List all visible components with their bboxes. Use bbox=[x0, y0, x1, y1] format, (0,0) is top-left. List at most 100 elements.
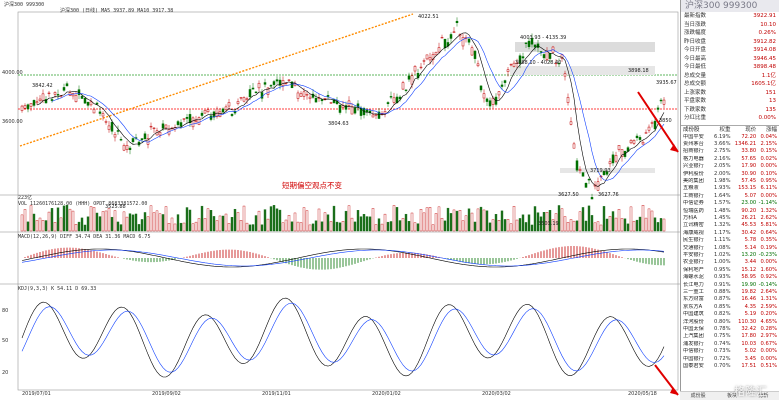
volume-bar bbox=[569, 219, 573, 232]
volume-bar bbox=[578, 211, 582, 232]
constituent-row[interactable]: 贵州茅台 3.66% 1346.21 2.15% bbox=[681, 141, 779, 148]
constituent-row[interactable]: 中国平安 6.19% 72.20 0.04% bbox=[681, 134, 779, 141]
constituent-row[interactable]: 中信证券 1.57% 23.00 -1.14% bbox=[681, 200, 779, 207]
chart-canvas[interactable] bbox=[0, 0, 680, 400]
constituent-row[interactable]: 中国银行 0.72% 3.45 0.00% bbox=[681, 356, 779, 363]
candle-body bbox=[125, 145, 129, 150]
candle-body bbox=[110, 122, 114, 132]
volume-bar bbox=[374, 224, 378, 232]
candle-body bbox=[38, 98, 42, 102]
volume-bar bbox=[338, 222, 342, 232]
volume-bar bbox=[74, 224, 78, 232]
volume-bar bbox=[362, 214, 366, 232]
tab-constituents[interactable]: 成份股 bbox=[691, 392, 706, 400]
constituent-row[interactable]: 浦发银行 0.74% 10.03 0.67% bbox=[681, 341, 779, 348]
constituent-row[interactable]: 平安银行 1.02% 13.20 -0.23% bbox=[681, 252, 779, 259]
candle-body bbox=[632, 140, 636, 144]
volume-bar bbox=[104, 210, 108, 232]
volume-bar bbox=[278, 209, 282, 232]
candle-body bbox=[587, 179, 591, 181]
candle-body bbox=[584, 183, 588, 188]
volume-bar bbox=[500, 210, 504, 232]
constituent-row[interactable]: 海康威视 1.17% 30.42 0.64% bbox=[681, 230, 779, 237]
price-tag: 3842.42 bbox=[32, 83, 53, 89]
stock-name: 中国太保 bbox=[683, 326, 704, 333]
stat-label: 下跌家数 bbox=[684, 106, 707, 113]
candle-body bbox=[629, 140, 633, 144]
constituent-row[interactable]: 五粮液 1.93% 153.15 6.11% bbox=[681, 185, 779, 192]
candle-body bbox=[662, 99, 666, 105]
constituent-row[interactable]: 工商银行 1.64% 5.07 0.00% bbox=[681, 193, 779, 200]
stat-row: 最新指数 3922.91 bbox=[681, 12, 779, 21]
constituent-row[interactable]: 东方财富 0.87% 16.46 1.31% bbox=[681, 296, 779, 303]
volume-bar bbox=[581, 207, 585, 232]
stock-change: 6.11% bbox=[760, 185, 777, 192]
constituent-row[interactable]: 长江电力 0.91% 19.90 -0.14% bbox=[681, 282, 779, 289]
col-header-change[interactable]: 涨幅 bbox=[756, 126, 777, 134]
stock-weight: 1.98% bbox=[714, 177, 731, 184]
col-header-weight[interactable]: 权重 bbox=[713, 126, 730, 134]
volume-bar bbox=[653, 217, 657, 232]
candle-body bbox=[164, 124, 168, 129]
volume-bar bbox=[281, 222, 285, 232]
constituent-row[interactable]: 洋河股份 0.80% 110.30 4.65% bbox=[681, 319, 779, 326]
constituent-row[interactable]: 三一重工 0.88% 19.82 2.64% bbox=[681, 289, 779, 296]
price-tag: 3627.76 bbox=[598, 192, 619, 198]
constituent-row[interactable]: 民生银行 1.11% 5.78 0.35% bbox=[681, 237, 779, 244]
candle-body bbox=[53, 92, 57, 95]
trend-line bbox=[19, 13, 414, 147]
candle-body bbox=[449, 34, 453, 39]
volume-bar bbox=[614, 217, 618, 232]
volume-bar bbox=[365, 216, 369, 232]
candle-body bbox=[224, 106, 228, 111]
volume-scale: 223亿 bbox=[18, 195, 33, 201]
candle-body bbox=[200, 112, 204, 116]
volume-bar bbox=[134, 213, 138, 232]
constituent-row[interactable]: 农业银行 1.00% 3.44 0.00% bbox=[681, 259, 779, 266]
stat-value: 151 bbox=[765, 89, 777, 96]
constituent-row[interactable]: 保利地产 0.95% 15.12 1.60% bbox=[681, 267, 779, 274]
volume-bar bbox=[182, 222, 186, 232]
stock-price: 17.90 bbox=[741, 163, 757, 170]
constituent-row[interactable]: 兴业银行 2.05% 17.90 0.00% bbox=[681, 163, 779, 170]
col-header-name[interactable]: 成份股 bbox=[683, 126, 713, 134]
kdj-scale: 20 bbox=[2, 370, 9, 376]
stock-name: 兴业银行 bbox=[683, 163, 704, 170]
volume-bar bbox=[398, 220, 402, 232]
stat-value: 10.10 bbox=[760, 21, 776, 28]
constituent-row[interactable]: 格力电器 2.16% 57.65 0.02% bbox=[681, 156, 779, 163]
stock-change: 0.00% bbox=[760, 163, 777, 170]
volume-bar bbox=[254, 215, 258, 232]
stock-name: 格力电器 bbox=[683, 155, 704, 162]
volume-bar bbox=[422, 212, 426, 232]
stock-price: 3.45 bbox=[744, 355, 757, 362]
constituent-row[interactable]: 中国太保 0.78% 32.42 0.28% bbox=[681, 326, 779, 333]
volume-bar bbox=[266, 218, 270, 232]
constituent-row[interactable]: 中国建筑 0.82% 5.19 0.20% bbox=[681, 311, 779, 318]
stock-name: 海康威视 bbox=[683, 229, 704, 236]
constituent-row[interactable]: 伊利股份 2.00% 30.90 0.10% bbox=[681, 171, 779, 178]
constituent-row[interactable]: 中信银行 0.73% 5.02 0.00% bbox=[681, 348, 779, 355]
constituent-row[interactable]: 招商银行 2.75% 33.80 0.15% bbox=[681, 148, 779, 155]
constituent-row[interactable]: 京东方A 0.85% 4.35 2.59% bbox=[681, 304, 779, 311]
constituent-row[interactable]: 美的集团 1.98% 57.45 0.95% bbox=[681, 178, 779, 185]
volume-bar bbox=[329, 221, 333, 232]
volume-bar bbox=[77, 221, 81, 232]
volume-bar bbox=[530, 224, 534, 232]
volume-bar bbox=[389, 221, 393, 232]
chart-area[interactable]: 沪深300 999300 沪深300 (日线) MA5 3937.89 MA10… bbox=[0, 0, 680, 400]
candle-body bbox=[203, 110, 207, 114]
constituent-row[interactable]: 海螺水泥 0.93% 58.95 0.92% bbox=[681, 274, 779, 281]
constituent-row[interactable]: 上汽集团 0.75% 17.80 2.97% bbox=[681, 333, 779, 340]
constituent-row[interactable]: 国泰君安 0.70% 17.51 0.51% bbox=[681, 363, 779, 370]
constituent-row[interactable]: 交通银行 1.08% 5.14 0.19% bbox=[681, 245, 779, 252]
window-title: 沪深300 999300 bbox=[4, 2, 45, 8]
candle-body bbox=[653, 120, 657, 130]
constituent-row[interactable]: 立讯精密 1.32% 45.53 5.81% bbox=[681, 222, 779, 229]
col-header-price[interactable]: 现价 bbox=[731, 126, 756, 134]
constituent-row[interactable]: 万科A 1.45% 26.21 2.62% bbox=[681, 215, 779, 222]
constituent-row[interactable]: 恒瑞医药 1.48% 90.20 1.32% bbox=[681, 208, 779, 215]
volume-bar bbox=[149, 205, 153, 232]
volume-bar bbox=[230, 217, 234, 232]
stock-change: -1.14% bbox=[758, 200, 777, 207]
